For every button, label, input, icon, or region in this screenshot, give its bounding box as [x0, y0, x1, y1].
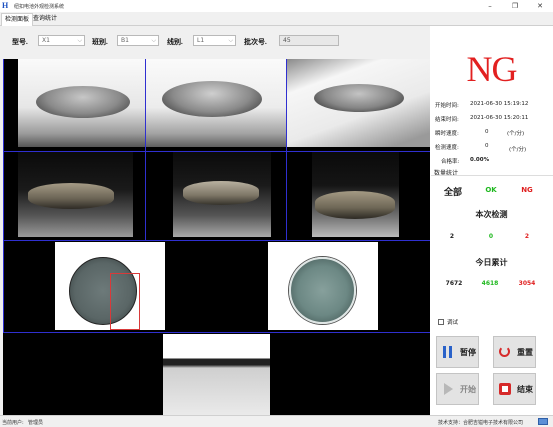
- battery-side-graphic: [183, 181, 259, 205]
- group-label: 班别.: [92, 38, 108, 46]
- end-label: 结束: [517, 384, 533, 394]
- divider: [431, 175, 553, 176]
- camera-divider: [3, 59, 4, 333]
- tab-detection-panel[interactable]: 检测面板: [1, 13, 34, 26]
- play-icon: [442, 383, 454, 395]
- debug-checkbox[interactable]: [438, 319, 444, 325]
- start-button[interactable]: 开始: [436, 373, 479, 405]
- current-detection-title: 本次检测: [475, 210, 508, 219]
- battery-cell-graphic: [162, 81, 262, 117]
- camera-2-image: [146, 59, 286, 147]
- current-ng-count: 2: [524, 233, 530, 240]
- model-value: X1: [42, 37, 50, 44]
- today-total-title: 今日累计: [475, 258, 508, 267]
- today-ok-count: 4618: [481, 280, 499, 287]
- line-select[interactable]: L1 ⌵: [193, 35, 236, 46]
- camera-divider: [3, 151, 430, 152]
- defect-box: [110, 273, 140, 330]
- reset-button[interactable]: 重置: [493, 336, 536, 368]
- instant-speed-unit: (个/分): [507, 131, 525, 137]
- end-time-label: 结束时间:: [435, 117, 459, 123]
- chevron-down-icon: ⌵: [228, 37, 233, 44]
- close-button[interactable]: ✕: [528, 0, 552, 12]
- stop-icon: [499, 383, 511, 395]
- current-user-label: 当前用户:: [2, 420, 24, 426]
- camera-divider: [3, 240, 430, 241]
- battery-side-graphic: [28, 183, 114, 209]
- pass-rate-label: 合格率:: [441, 159, 460, 165]
- pause-button[interactable]: 暂停: [436, 336, 479, 368]
- start-time-label: 开始时间:: [435, 103, 459, 109]
- batch-label: 批次号.: [244, 38, 267, 46]
- camera-7-image: [55, 242, 165, 330]
- camera-8-image: [268, 242, 378, 330]
- status-bar: 当前用户: 管理员 技术支持：合肥吉镒电子技术有限公司: [0, 415, 553, 427]
- result-indicator: NG: [466, 49, 518, 89]
- title-bar: H 纽扣电池外观检测系统: [0, 0, 553, 12]
- pause-label: 暂停: [460, 347, 476, 357]
- detect-speed-label: 检测速度:: [435, 145, 459, 151]
- camera-1-image: [18, 59, 145, 147]
- restore-button[interactable]: ❐: [503, 0, 527, 12]
- window-title: 纽扣电池外观检测系统: [14, 3, 65, 10]
- ng-label: NG: [521, 186, 533, 194]
- camera-9-image: [163, 334, 270, 415]
- camera-divider: [145, 151, 146, 241]
- today-ng-count: 3054: [518, 280, 536, 287]
- all-label: 全部: [443, 187, 462, 197]
- camera-5-image: [173, 151, 271, 237]
- camera-divider: [145, 59, 146, 152]
- battery-cell-graphic: [314, 84, 404, 112]
- battery-side-graphic: [315, 191, 395, 219]
- start-time-value: 2021-06-30 15:19:12: [470, 101, 529, 107]
- detect-speed-unit: (个/分): [509, 147, 527, 153]
- batch-input[interactable]: 45: [279, 35, 339, 46]
- refresh-icon: [499, 346, 511, 358]
- tech-support-text: 技术支持：合肥吉镒电子技术有限公司: [438, 420, 524, 426]
- chevron-down-icon: ⌵: [77, 37, 82, 44]
- current-user-value: 管理员: [28, 420, 44, 426]
- current-ok-count: 0: [488, 233, 494, 240]
- group-value: B1: [121, 37, 129, 44]
- flag-icon: [538, 418, 548, 425]
- chevron-down-icon: ⌵: [151, 37, 156, 44]
- reset-label: 重置: [517, 347, 533, 357]
- model-select[interactable]: X1 ⌵: [38, 35, 85, 46]
- camera-divider: [3, 332, 430, 333]
- end-time-value: 2021-06-30 15:20:11: [470, 115, 529, 121]
- instant-speed-value: 0: [485, 129, 489, 135]
- app-logo-icon: H: [2, 1, 9, 10]
- end-button[interactable]: 结束: [493, 373, 536, 405]
- camera-4-image: [18, 151, 133, 237]
- line-label: 线别.: [167, 38, 183, 46]
- tab-bar: 检测面板 查询统计: [0, 12, 553, 26]
- line-value: L1: [197, 37, 205, 44]
- parameter-toolbar: 型号. X1 ⌵ 班别. B1 ⌵ 线别. L1 ⌵ 批次号. 45: [0, 26, 430, 57]
- minimize-button[interactable]: –: [478, 0, 502, 12]
- ok-label: OK: [485, 186, 497, 194]
- tab-query-statistics[interactable]: 查询统计: [30, 13, 60, 26]
- battery-cell-graphic: [36, 86, 130, 118]
- camera-6-image: [312, 151, 399, 237]
- detect-speed-value: 0: [485, 143, 489, 149]
- camera-divider: [286, 59, 287, 152]
- today-all-count: 7672: [445, 280, 463, 287]
- current-all-count: 2: [449, 233, 455, 240]
- debug-label: 调试: [447, 320, 459, 326]
- pass-rate-value: 0.00%: [470, 157, 490, 163]
- battery-top-graphic: [289, 257, 356, 324]
- pause-icon: [442, 346, 454, 358]
- camera-view-area: [3, 59, 430, 415]
- camera-divider: [286, 151, 287, 241]
- group-select[interactable]: B1 ⌵: [117, 35, 159, 46]
- model-label: 型号.: [12, 38, 28, 46]
- instant-speed-label: 瞬时速度:: [435, 131, 459, 137]
- camera-3-image: [287, 59, 430, 147]
- start-label: 开始: [460, 384, 476, 394]
